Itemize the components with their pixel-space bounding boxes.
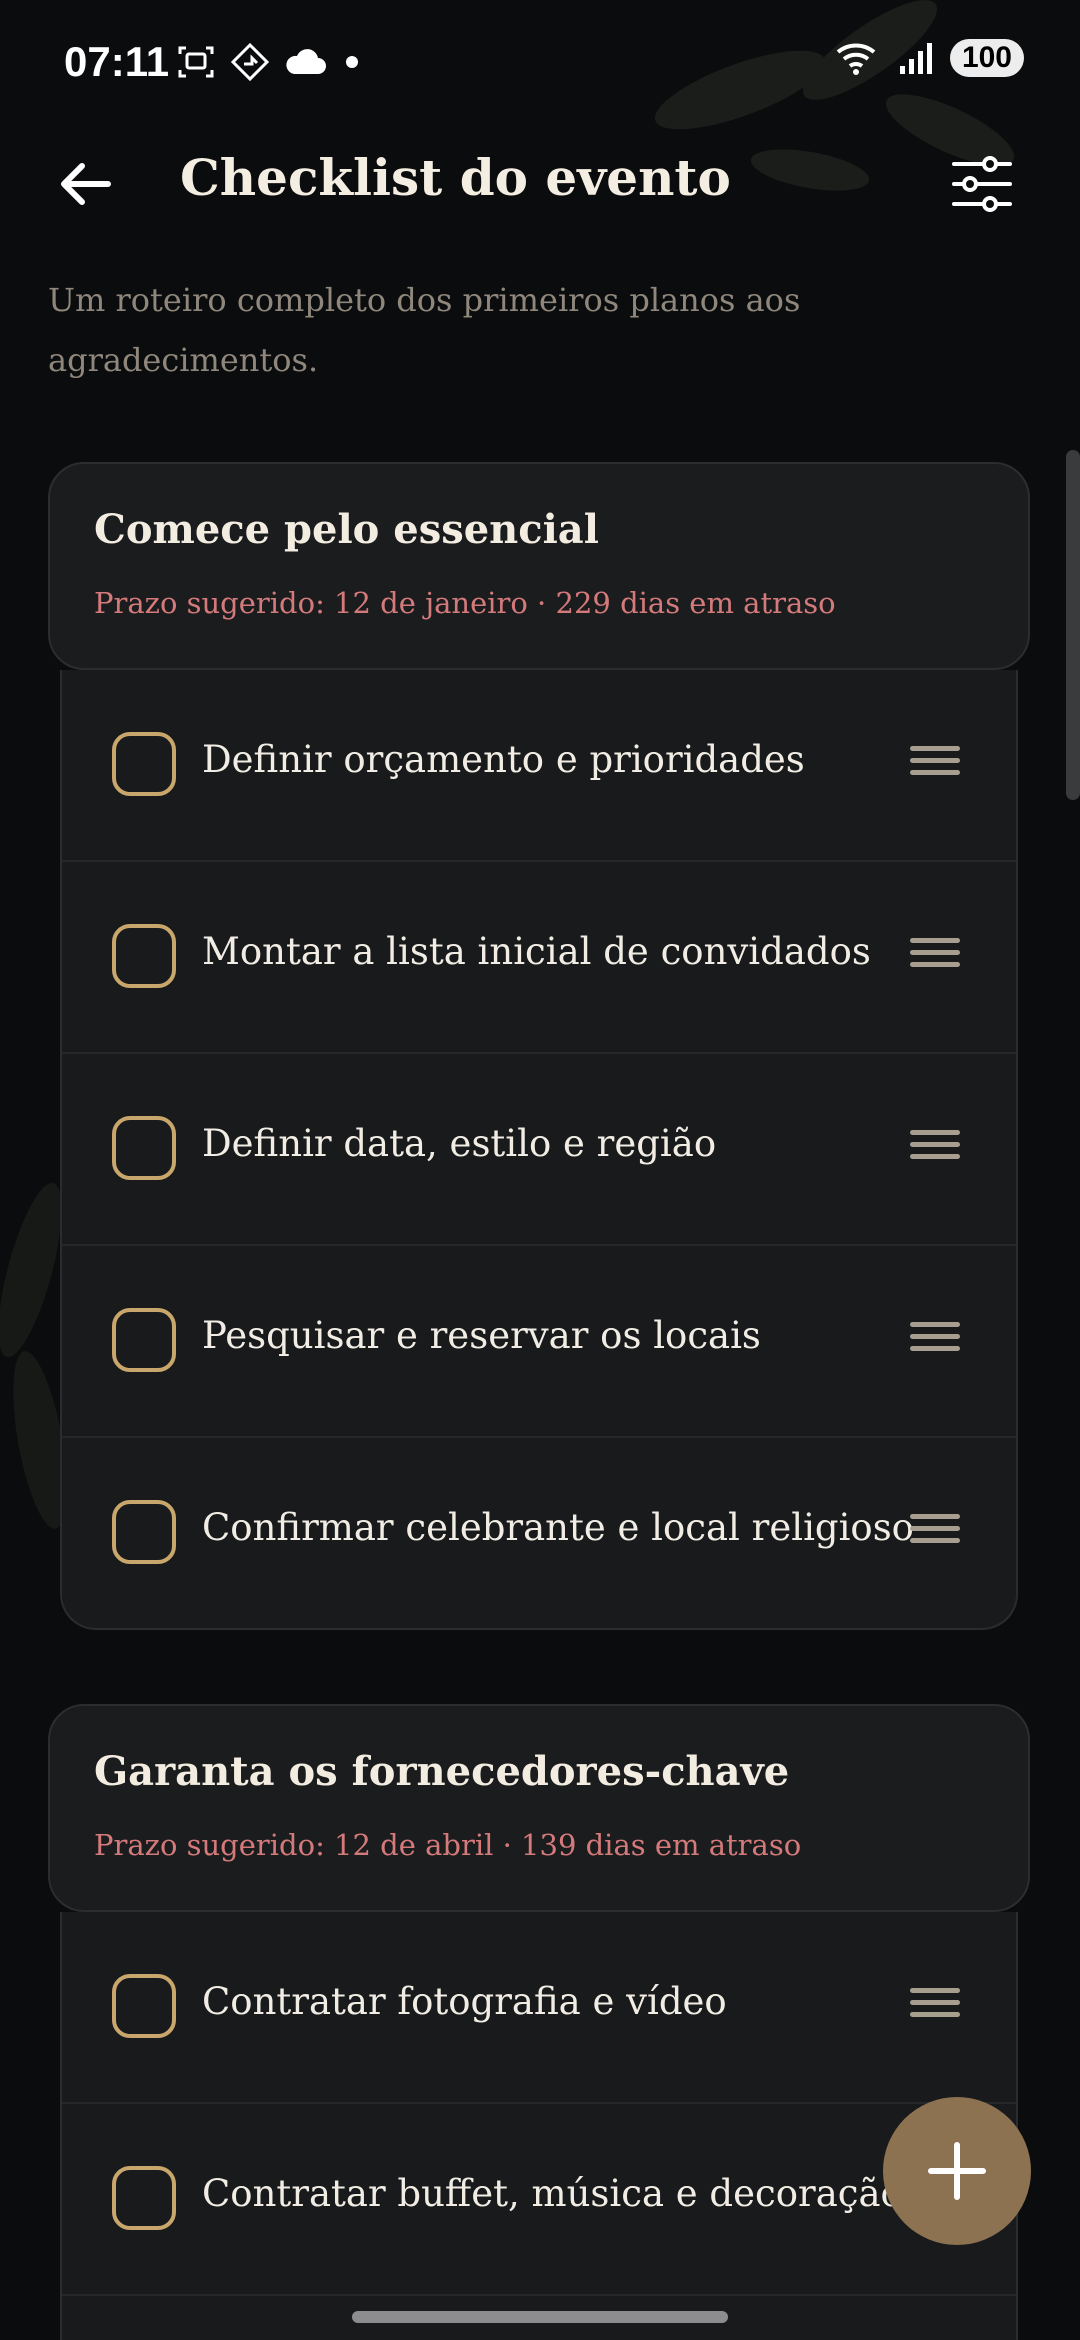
wifi-icon (836, 43, 876, 75)
add-task-button[interactable] (883, 2097, 1031, 2245)
task-label: Montar a lista inicial de convidados (202, 930, 871, 973)
status-time: 07:11 (64, 38, 170, 85)
task-label: Confirmar celebrante e local religioso (202, 1506, 914, 1549)
task-row[interactable]: Definir orçamento e prioridades (62, 670, 1016, 862)
drag-handle-icon[interactable] (910, 1130, 960, 1166)
drag-handle-icon[interactable] (910, 1988, 960, 2024)
sliders-icon (952, 156, 1012, 212)
filter-button[interactable] (944, 150, 1020, 218)
task-label: Definir data, estilo e região (202, 1122, 717, 1165)
task-row[interactable]: Contratar buffet, música e decoração (62, 2104, 1016, 2296)
battery-icon: 100 (949, 39, 1024, 77)
task-checkbox[interactable] (112, 1116, 176, 1180)
task-list: Contratar fotografia e vídeo Contratar b… (60, 1912, 1018, 2340)
task-checkbox[interactable] (112, 924, 176, 988)
drag-handle-icon[interactable] (910, 746, 960, 782)
page-subtitle: Um roteiro completo dos primeiros planos… (48, 281, 801, 379)
task-row[interactable]: Contratar fotografia e vídeo (62, 1912, 1016, 2104)
section-title: Comece pelo essencial (94, 506, 599, 553)
scrollbar[interactable] (1066, 450, 1080, 800)
task-label: Contratar fotografia e vídeo (202, 1980, 727, 2023)
section-title: Garanta os fornecedores-chave (94, 1748, 790, 1795)
section-header[interactable]: Garanta os fornecedores-chave Prazo suge… (48, 1704, 1030, 1912)
signal-icon (899, 43, 932, 74)
task-row[interactable]: Pesquisar e reservar os locais (62, 1246, 1016, 1438)
task-checkbox[interactable] (112, 2166, 176, 2230)
task-checkbox[interactable] (112, 1974, 176, 2038)
back-button[interactable] (48, 148, 120, 220)
task-checkbox[interactable] (112, 1500, 176, 1564)
task-label: Contratar buffet, música e decoração (202, 2172, 903, 2215)
location-diamond-icon (230, 42, 270, 82)
screenshot-icon (178, 46, 214, 78)
task-label: Definir orçamento e prioridades (202, 738, 805, 781)
cloud-icon (286, 49, 326, 74)
task-label: Pesquisar e reservar os locais (202, 1314, 761, 1357)
task-row[interactable]: Confirmar celebrante e local religioso (62, 1438, 1016, 1630)
dot-icon (346, 56, 358, 68)
status-icons-left (176, 42, 364, 82)
status-icons-right: 100 (834, 38, 1024, 78)
task-row[interactable]: Montar a lista inicial de convidados (62, 862, 1016, 1054)
section-deadline: Prazo sugerido: 12 de janeiro · 229 dias… (94, 586, 836, 620)
task-row[interactable]: Definir data, estilo e região (62, 1054, 1016, 1246)
page-title: Checklist do evento (180, 148, 731, 207)
drag-handle-icon[interactable] (910, 1322, 960, 1358)
task-list: Definir orçamento e prioridades Montar a… (60, 670, 1018, 1630)
drag-handle-icon[interactable] (910, 1514, 960, 1550)
arrow-left-icon (61, 163, 111, 205)
drag-handle-icon[interactable] (910, 938, 960, 974)
status-bar: 07:11 100 (0, 0, 1080, 130)
task-checkbox[interactable] (112, 1308, 176, 1372)
section-deadline: Prazo sugerido: 12 de abril · 139 dias e… (94, 1828, 802, 1862)
plus-icon (928, 2142, 986, 2200)
task-checkbox[interactable] (112, 732, 176, 796)
home-indicator[interactable] (352, 2311, 728, 2323)
section-header[interactable]: Comece pelo essencial Prazo sugerido: 12… (48, 462, 1030, 670)
